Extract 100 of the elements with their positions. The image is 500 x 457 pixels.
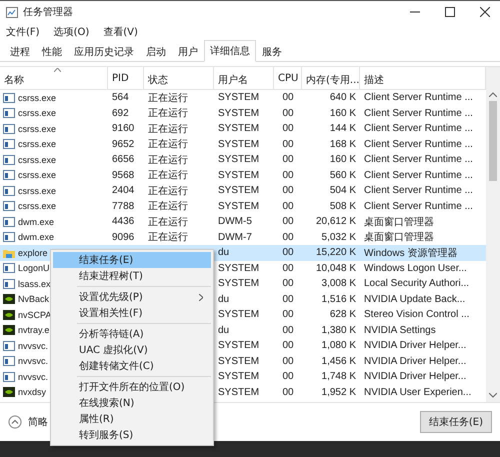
table-cell-text: SYSTEM (217, 371, 260, 382)
table-cell-text: Stereo Vision Control ... (363, 309, 470, 320)
tab[interactable]: 用户 (172, 41, 204, 62)
details-toggle[interactable]: 简略 (8, 415, 48, 429)
menu-item[interactable]: 查看(V) (103, 25, 138, 39)
table-cell-text: 3,008 K (320, 278, 357, 290)
process-name: LogonU (18, 263, 50, 274)
menu-item[interactable]: UAC 虚拟化(V) (53, 342, 211, 358)
table-cell-text: 正在运行 (147, 138, 189, 152)
table-cell-text: 1,952 K (320, 386, 357, 398)
table-cell-text: SYSTEM (217, 278, 260, 290)
table-cell-text: NVIDIA Driver Helper... (363, 356, 468, 367)
table-cell-text: 20,612 K (314, 216, 357, 228)
table-cell-text: 00 (281, 200, 295, 212)
table-cell-text: SYSTEM (217, 340, 260, 352)
table-cell-text: 00 (281, 262, 295, 274)
table-cell-text: du (217, 247, 230, 258)
table-cell-text: 9160 (111, 123, 136, 134)
table-cell-text: Client Server Runtime ... (363, 170, 474, 181)
menu-item[interactable]: 结束任务(E) (53, 252, 211, 268)
process-name: csrss.exe (18, 186, 56, 196)
table-cell-text: Client Server Runtime ... (363, 92, 474, 104)
tab[interactable]: 进程 (4, 41, 36, 62)
table-cell-text: SYSTEM (217, 108, 260, 119)
tab[interactable]: 服务 (256, 41, 288, 62)
table-cell-text: 00 (281, 216, 295, 228)
table-cell-text: Windows 资源管理器 (363, 246, 458, 260)
table-cell-text: 正在运行 (147, 168, 189, 182)
table-cell-text: du (217, 324, 230, 336)
tab[interactable]: 应用历史记录 (68, 41, 140, 62)
menu-item[interactable]: 属性(R) (53, 411, 211, 427)
column-header[interactable]: 状态 (144, 67, 214, 89)
process-name: lsass.ex (18, 278, 51, 289)
table-cell-text: 564 (111, 92, 130, 104)
tab[interactable]: 性能 (36, 41, 68, 62)
process-name: csrss.exe (18, 170, 56, 180)
table-cell-text: 00 (281, 92, 295, 104)
menu-item[interactable]: 创建转储文件(C) (53, 358, 211, 374)
table-cell-text: 正在运行 (147, 230, 189, 244)
table-cell-text: 628 K (328, 309, 357, 320)
process-name: csrss.exe (18, 139, 56, 150)
column-header[interactable]: 内存(专用... (302, 67, 360, 89)
table-cell-text: 00 (281, 371, 295, 382)
table-cell-text: Client Server Runtime ... (363, 200, 474, 212)
table-cell-text: 00 (281, 138, 295, 150)
table-cell-text: SYSTEM (217, 185, 260, 196)
table-cell-text: 00 (281, 185, 295, 196)
process-name: csrss.exe (18, 108, 56, 118)
table-cell-text: 00 (281, 170, 295, 181)
tab[interactable]: 启动 (140, 41, 172, 62)
table-cell-text: 00 (281, 324, 295, 336)
table-cell-text: 1,380 K (320, 324, 357, 336)
menu-item[interactable]: 选项(O) (54, 25, 90, 39)
menu-item[interactable]: 分析等待链(A) (53, 321, 211, 342)
process-name: dwm.exe (18, 216, 54, 227)
process-name: csrss.exe (18, 92, 56, 103)
table-cell-text: 692 (111, 108, 130, 119)
table-cell-text: NVIDIA Settings (363, 324, 437, 336)
table-cell-text: 9652 (111, 138, 136, 150)
table-cell-text: 9568 (111, 170, 136, 181)
table-cell-text: 00 (281, 294, 295, 305)
table-cell-text: 桌面窗口管理器 (363, 216, 435, 229)
process-name: nvvsvc. (18, 340, 48, 351)
table-cell-text: 160 K (328, 154, 357, 166)
column-header[interactable]: CPU (274, 67, 302, 89)
table-cell-text: NVIDIA User Experien... (363, 386, 472, 398)
table-cell-text: Local Security Authori... (363, 278, 470, 290)
table-cell-text: SYSTEM (217, 200, 260, 212)
menu-item[interactable]: 结束进程树(T) (53, 268, 211, 284)
table-cell-text: 00 (281, 278, 295, 290)
table-cell-text: 00 (281, 108, 295, 119)
table-cell-text: 504 K (328, 185, 357, 196)
menu-item[interactable]: 设置优先级(P) (53, 284, 211, 305)
process-name: csrss.exe (18, 154, 56, 165)
end-task-button[interactable]: 结束任务(E) (420, 411, 492, 433)
column-header[interactable]: 用户名 (214, 67, 274, 89)
column-header[interactable]: 名称 (0, 67, 108, 89)
table-cell-text: SYSTEM (217, 262, 260, 274)
table-cell-text: 正在运行 (147, 200, 189, 214)
table-cell-text: 144 K (328, 123, 357, 134)
table-cell-text: 640 K (328, 92, 357, 104)
column-header[interactable]: PID (108, 67, 144, 89)
tab[interactable]: 详细信息 (204, 40, 256, 62)
menu-item[interactable]: 设置相关性(F) (53, 305, 211, 321)
table-cell-text: 1,456 K (320, 356, 357, 367)
process-name: nvSCPA (18, 310, 52, 320)
table-cell-text: 6656 (111, 154, 136, 166)
process-name: NvBack (18, 294, 50, 304)
menu-item[interactable]: 在线搜索(N) (53, 395, 211, 411)
process-name: dwm.exe (18, 232, 54, 242)
menu-item[interactable]: 文件(F) (6, 25, 40, 39)
menu-item[interactable]: 转到服务(S) (53, 427, 211, 443)
process-name: explore (18, 248, 48, 258)
process-name: nvxdsy (18, 387, 46, 398)
table-cell-text: 正在运行 (147, 122, 189, 136)
table-cell-text: 正在运行 (147, 184, 189, 198)
table-cell-text: SYSTEM (217, 154, 260, 166)
menu-item[interactable]: 打开文件所在的位置(O) (53, 374, 211, 395)
table-cell-text: SYSTEM (217, 123, 260, 134)
window-title: 任务管理器 (23, 6, 74, 19)
